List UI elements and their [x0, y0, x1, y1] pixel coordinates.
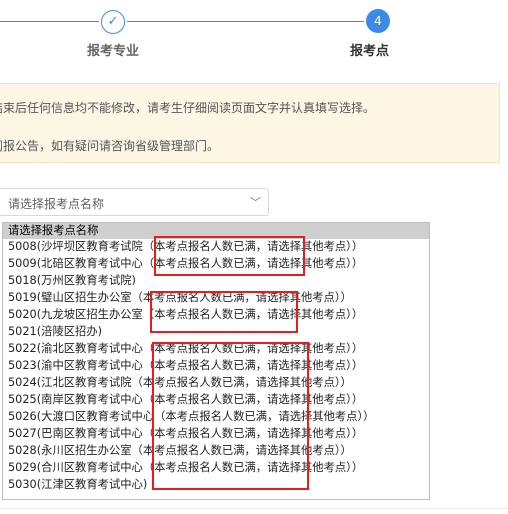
chevron-down-icon: ﹀ [250, 196, 261, 209]
exam-site-select[interactable]: 请选择报考点名称 ﹀ [0, 188, 269, 216]
option-5027[interactable]: 5027(巴南区教育考试中心（本考点报名人数已满，请选择其他考点）） [3, 426, 429, 442]
option-5021[interactable]: 5021(涪陵区招办) [3, 324, 429, 340]
option-5022[interactable]: 5022(渝北区教育考试中心（本考点报名人数已满，请选择其他考点）） [3, 341, 429, 357]
option-5020[interactable]: 5020(九龙坡区招生办公室（本考点报名人数已满，请选择其他考点）） [3, 307, 429, 323]
notice-box: 结束后任何信息均不能修改，请考生仔细阅读页面文字并认真填写选择。 阅报公告，如有… [0, 83, 500, 163]
exam-site-options[interactable]: 请选择报考点名称 5008(沙坪坝区教育考试院（本考点报名人数已满，请选择其他考… [2, 222, 430, 500]
check-icon: ✓ [101, 10, 125, 34]
option-placeholder[interactable]: 请选择报考点名称 [3, 223, 429, 239]
option-5019[interactable]: 5019(璧山区招生办公室（本考点报名人数已满，请选择其他考点）） [3, 290, 429, 306]
divider [0, 508, 508, 509]
option-5028[interactable]: 5028(永川区招生办公室（本考点报名人数已满，请选择其他考点）） [3, 443, 429, 459]
step-4-label: 报考点 [350, 44, 390, 59]
step-3-label: 报考专业 [87, 44, 140, 59]
option-5025[interactable]: 5025(南岸区教育考试中心（本考点报名人数已满，请选择其他考点）） [3, 392, 429, 408]
option-5029[interactable]: 5029(合川区教育考试中心（本考点报名人数已满，请选择其他考点）） [3, 460, 429, 476]
step-4-number: 4 [366, 9, 390, 33]
option-5008[interactable]: 5008(沙坪坝区教育考试院（本考点报名人数已满，请选择其他考点）） [3, 239, 429, 255]
option-5026[interactable]: 5026(大渡口区教育考试中心（本考点报名人数已满，请选择其他考点）） [3, 409, 429, 425]
select-value: 请选择报考点名称 [8, 197, 105, 211]
option-5023[interactable]: 5023(渝中区教育考试中心（本考点报名人数已满，请选择其他考点）） [3, 358, 429, 374]
option-5009[interactable]: 5009(北碚区教育考试中心（本考点报名人数已满，请选择其他考点）） [3, 256, 429, 272]
notice-line-1: 结束后任何信息均不能修改，请考生仔细阅读页面文字并认真填写选择。 [0, 101, 376, 115]
notice-line-2: 阅报公告，如有疑问请咨询省级管理部门。 [0, 139, 220, 153]
option-5030[interactable]: 5030(江津区教育考试中心) [3, 477, 429, 493]
option-5018[interactable]: 5018(万州区教育考试院) [3, 273, 429, 289]
stepper-line-middle [127, 21, 364, 22]
stepper-line-left [0, 21, 99, 22]
option-5024[interactable]: 5024(江北区教育考试院（本考点报名人数已满，请选择其他考点）） [3, 375, 429, 391]
